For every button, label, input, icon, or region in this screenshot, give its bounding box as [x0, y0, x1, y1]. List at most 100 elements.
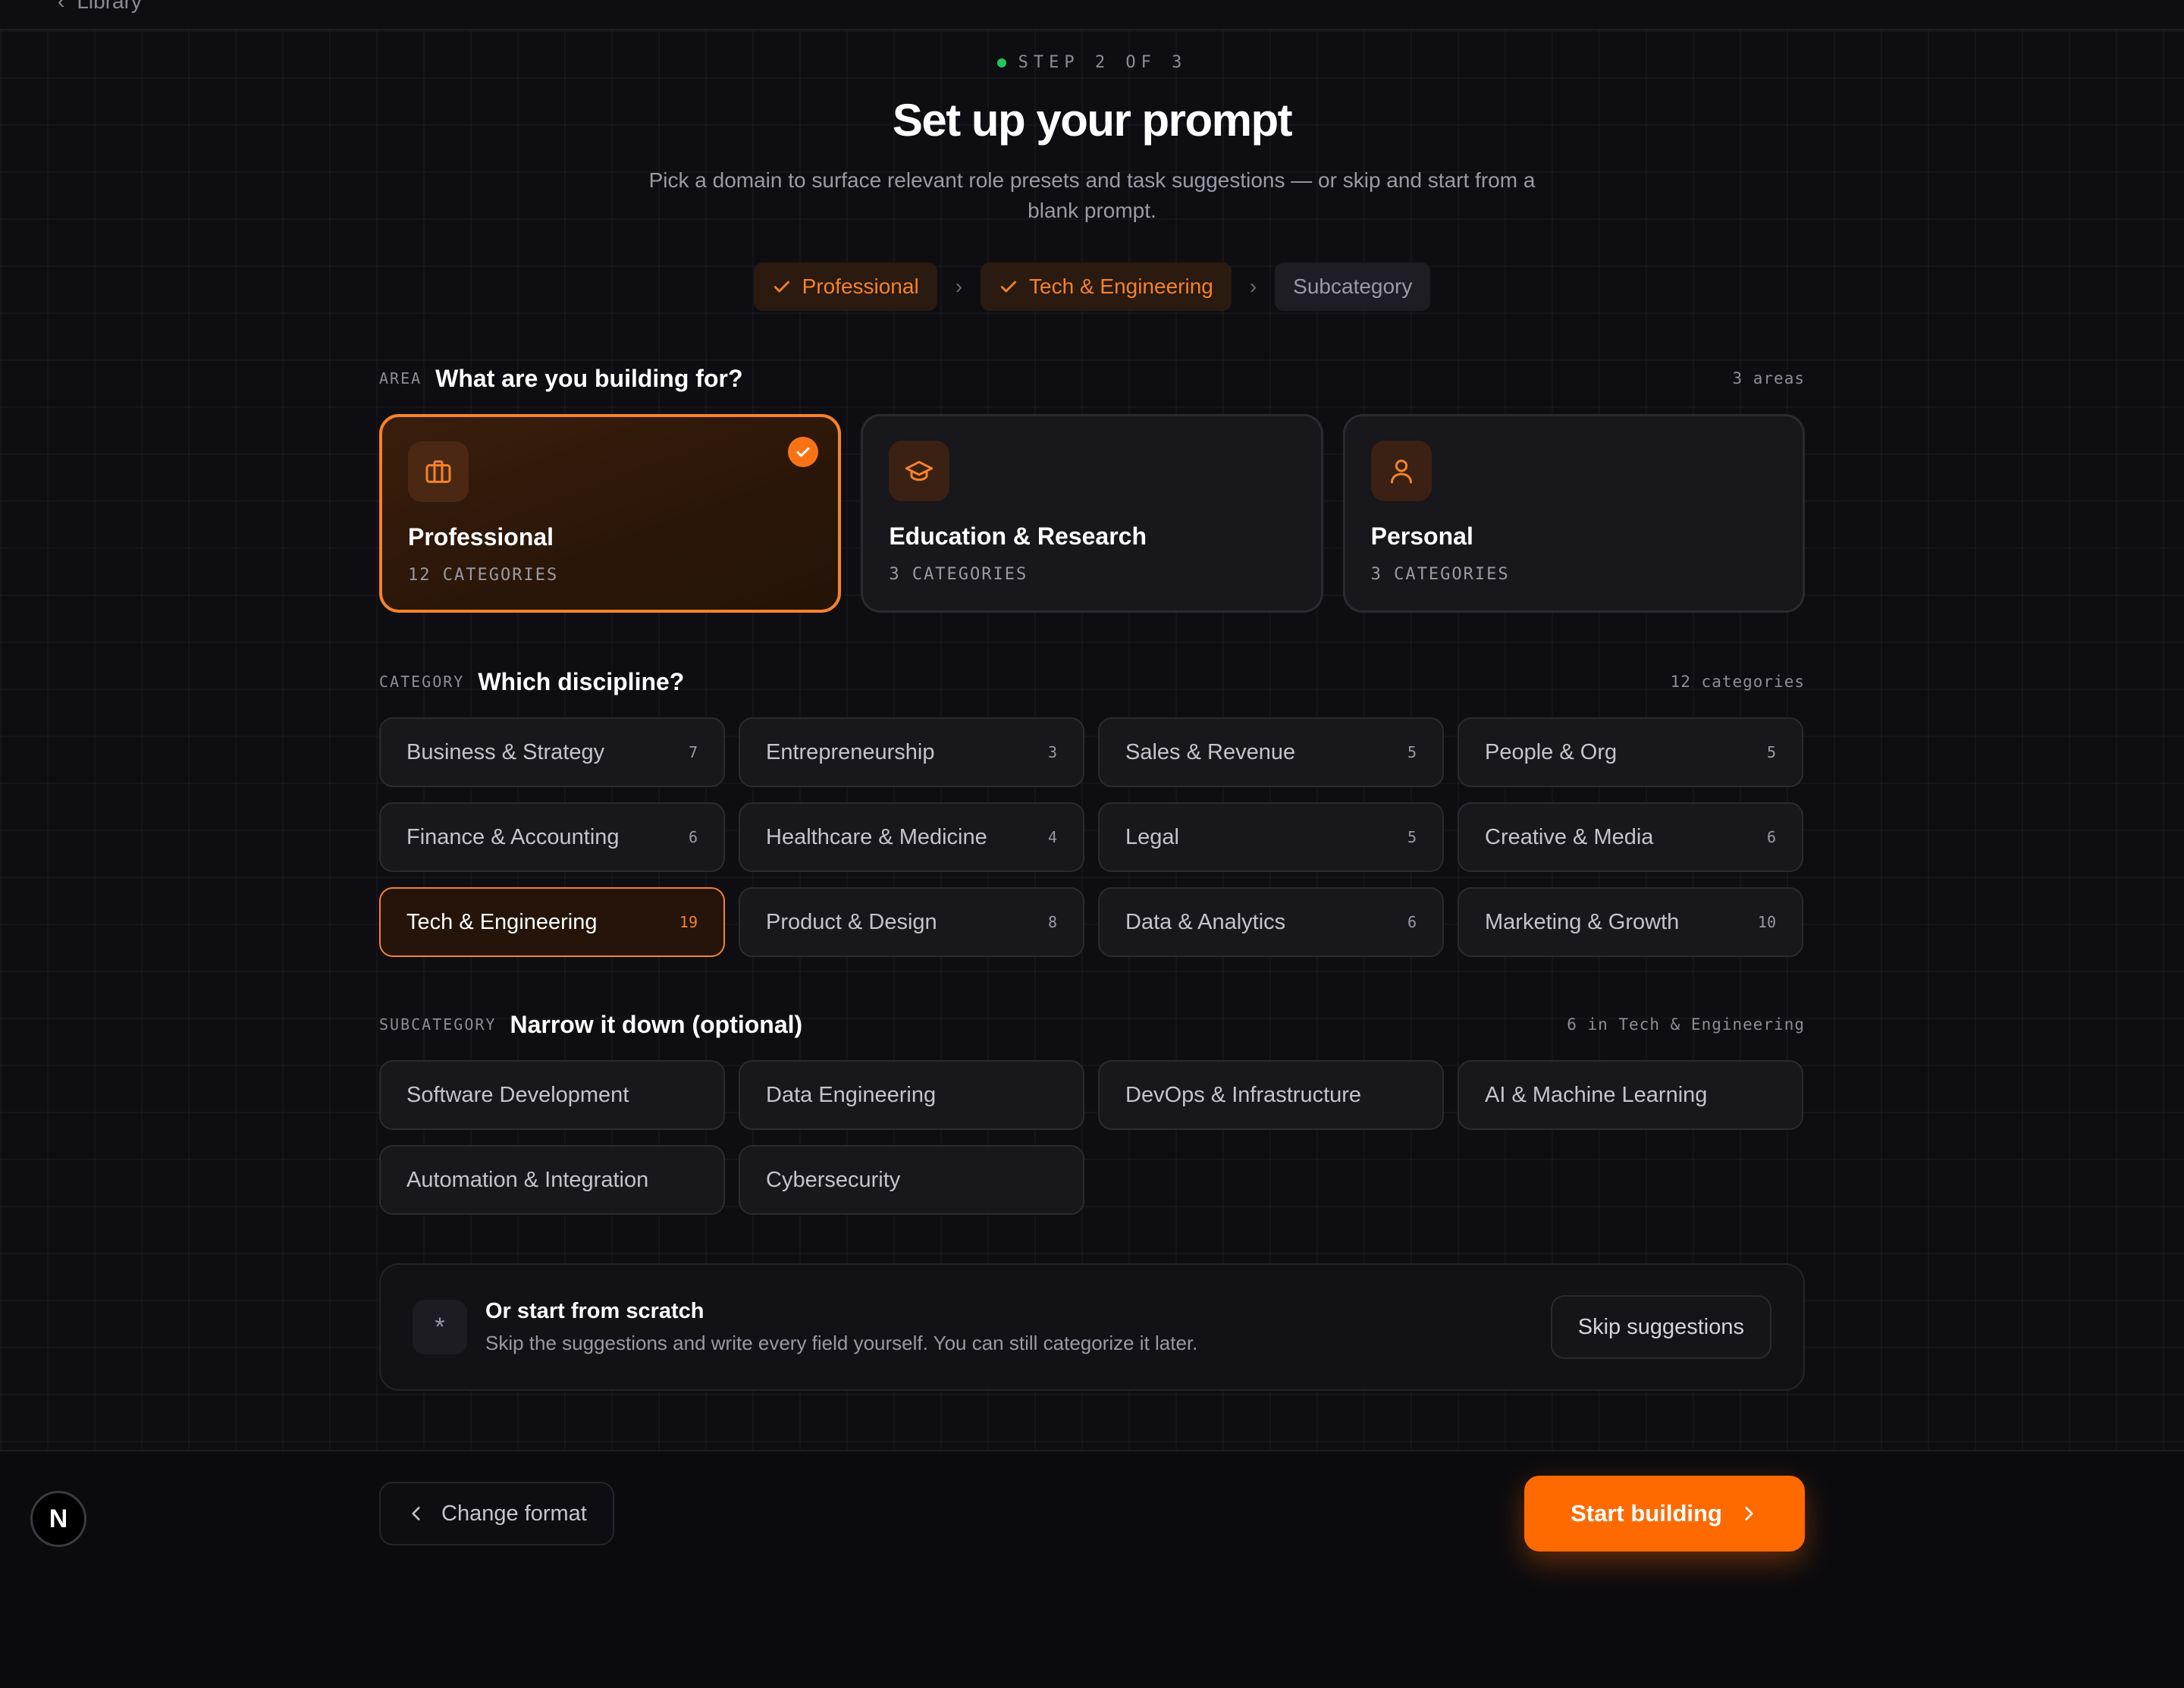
category-pill[interactable]: Finance & Accounting 6: [379, 802, 725, 872]
area-name: Personal: [1370, 522, 1473, 550]
selected-check-icon: [788, 437, 819, 467]
category-label: Tech & Engineering: [406, 909, 598, 934]
section-title: What are you building for?: [435, 364, 743, 392]
chevron-left-icon: ‹: [58, 0, 65, 13]
category-count: 19: [679, 913, 698, 931]
category-section-header: CATEGORY Which discipline? 12 categories: [379, 663, 1805, 701]
subcategory-label: DevOps & Infrastructure: [1125, 1082, 1362, 1107]
category-label: Data & Analytics: [1125, 909, 1286, 934]
subcategory-label: Software Development: [406, 1082, 629, 1107]
section-kicker: SUBCATEGORY: [379, 1015, 497, 1034]
breadcrumb-label: Professional: [802, 275, 919, 298]
area-category-count: 3 CATEGORIES: [1370, 565, 1510, 584]
category-count: 10: [1757, 913, 1776, 931]
section-kicker: CATEGORY: [379, 673, 465, 691]
status-dot: [996, 58, 1006, 67]
subcategory-label: Automation & Integration: [406, 1167, 649, 1192]
category-pill[interactable]: Creative & Media 6: [1458, 802, 1803, 872]
category-count: 6: [1766, 828, 1776, 846]
area-cards: Professional 12 CATEGORIES Education & R…: [379, 414, 1805, 613]
category-pill[interactable]: Healthcare & Medicine 4: [739, 802, 1084, 872]
subcategory-label: AI & Machine Learning: [1485, 1082, 1708, 1107]
category-pill[interactable]: Entrepreneurship 3: [739, 717, 1084, 787]
subcategory-pill[interactable]: Data Engineering: [739, 1060, 1084, 1130]
area-card-personal[interactable]: Personal 3 CATEGORIES: [1342, 414, 1805, 613]
category-label: People & Org: [1485, 739, 1618, 764]
category-pill[interactable]: People & Org 5: [1458, 717, 1803, 787]
chevron-right-icon: ›: [955, 275, 963, 298]
section-count: 3 areas: [1732, 369, 1805, 387]
breadcrumb-item-tech-engineering[interactable]: Tech & Engineering: [981, 262, 1232, 311]
check-icon: [774, 281, 789, 293]
breadcrumb-label: Subcategory: [1293, 275, 1413, 298]
back-label: Library: [77, 0, 142, 13]
check-icon: [1000, 281, 1017, 293]
chevron-right-icon: ›: [1249, 275, 1257, 298]
section-title: Narrow it down (optional): [510, 1010, 803, 1038]
back-to-library-link[interactable]: ‹ Library: [58, 0, 142, 14]
start-building-button[interactable]: Start building: [1524, 1476, 1805, 1552]
category-pill[interactable]: Product & Design 8: [739, 887, 1084, 957]
subcategory-pill[interactable]: Software Development: [379, 1060, 725, 1130]
category-label: Creative & Media: [1485, 824, 1654, 849]
top-bar: ‹ Library: [0, 0, 2184, 30]
category-count: 5: [1407, 743, 1417, 761]
breadcrumb-item-subcategory[interactable]: Subcategory: [1275, 262, 1431, 311]
start-from-scratch-panel: * Or start from scratch Skip the suggest…: [379, 1263, 1805, 1391]
skip-suggestions-button[interactable]: Skip suggestions: [1550, 1295, 1771, 1359]
category-pill[interactable]: Data & Analytics 6: [1098, 887, 1444, 957]
subcategory-label: Cybersecurity: [766, 1167, 901, 1192]
area-icon-box: [889, 441, 950, 501]
asterisk-icon: *: [413, 1300, 467, 1354]
app-badge[interactable]: N: [30, 1491, 86, 1547]
breadcrumb: Professional › Tech & Engineering › Subc…: [0, 262, 2184, 311]
breadcrumb-label: Tech & Engineering: [1029, 275, 1213, 298]
area-category-count: 3 CATEGORIES: [889, 565, 1028, 584]
user-icon: [1390, 460, 1412, 484]
category-label: Marketing & Growth: [1485, 909, 1680, 934]
area-name: Professional: [408, 523, 554, 551]
category-grid: Business & Strategy 7 Entrepreneurship 3 S…: [379, 717, 1805, 957]
briefcase-icon: [425, 460, 451, 483]
area-card-education-research[interactable]: Education & Research 3 CATEGORIES: [861, 414, 1323, 613]
section-count: 6 in Tech & Engineering: [1567, 1015, 1805, 1034]
area-icon-box: [408, 441, 469, 502]
graduation-cap-icon: [905, 460, 934, 482]
category-label: Product & Design: [766, 909, 937, 934]
category-label: Sales & Revenue: [1125, 739, 1296, 764]
category-count: 8: [1047, 913, 1057, 931]
category-pill-selected[interactable]: Tech & Engineering 19: [379, 887, 725, 957]
category-pill[interactable]: Business & Strategy 7: [379, 717, 725, 787]
category-count: 3: [1047, 743, 1057, 761]
subcategory-section-header: SUBCATEGORY Narrow it down (optional) 6 …: [379, 1006, 1805, 1043]
subcategory-pill[interactable]: AI & Machine Learning: [1458, 1060, 1803, 1130]
chevron-left-icon: [412, 1507, 420, 1520]
category-count: 4: [1047, 828, 1057, 846]
subcategory-grid: Software Development Data Engineering De…: [379, 1060, 1805, 1215]
subcategory-pill[interactable]: Cybersecurity: [739, 1145, 1084, 1215]
scratch-title: Or start from scratch: [485, 1299, 704, 1323]
section-count: 12 categories: [1670, 673, 1805, 691]
area-card-professional[interactable]: Professional 12 CATEGORIES: [379, 414, 842, 613]
area-name: Education & Research: [889, 522, 1147, 550]
area-section-header: AREA What are you building for? 3 areas: [379, 359, 1805, 397]
area-category-count: 12 CATEGORIES: [408, 566, 559, 585]
scratch-text: Or start from scratch Skip the suggestio…: [485, 1299, 1197, 1355]
category-count: 6: [1407, 913, 1417, 931]
category-count: 5: [1407, 828, 1417, 846]
section-kicker: AREA: [379, 369, 422, 387]
subcategory-pill[interactable]: Automation & Integration: [379, 1145, 725, 1215]
category-label: Business & Strategy: [406, 739, 605, 764]
category-count: 5: [1766, 743, 1776, 761]
category-pill[interactable]: Sales & Revenue 5: [1098, 717, 1444, 787]
category-pill[interactable]: Marketing & Growth 10: [1458, 887, 1803, 957]
category-pill[interactable]: Legal 5: [1098, 802, 1444, 872]
change-format-button[interactable]: Change format: [379, 1482, 614, 1545]
page-title: Set up your prompt: [892, 95, 1293, 146]
start-building-label: Start building: [1571, 1500, 1722, 1526]
breadcrumb-item-professional[interactable]: Professional: [753, 262, 937, 311]
chevron-right-icon: [1745, 1507, 1753, 1520]
subcategory-pill[interactable]: DevOps & Infrastructure: [1098, 1060, 1444, 1130]
scratch-description: Skip the suggestions and write every fie…: [485, 1332, 1198, 1354]
section-title: Which discipline?: [478, 667, 685, 695]
